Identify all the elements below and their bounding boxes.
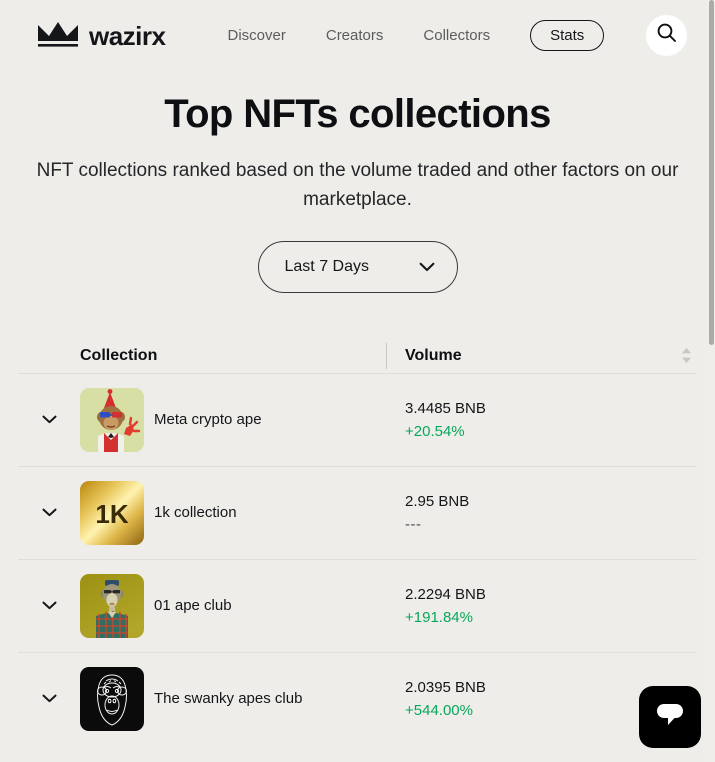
brand-name: wazirx	[89, 21, 166, 51]
volume-amount: 2.95 BNB	[405, 492, 470, 510]
row-expand-chevron-down-icon[interactable]	[18, 508, 80, 517]
row-collection-cell: 01 ape club	[80, 573, 386, 638]
collection-name: 1k collection	[154, 504, 237, 522]
nav-links: Discover Creators Collectors Stats	[228, 19, 605, 51]
timeframe-dropdown[interactable]: Last 7 Days	[257, 240, 458, 293]
table-row[interactable]: 01 ape club 2.2294 BNB +191.84%	[18, 558, 697, 652]
row-volume-cell: 3.4485 BNB +20.54%	[386, 400, 697, 440]
nav-link-collectors[interactable]: Collectors	[423, 27, 490, 44]
collection-name: Meta crypto ape	[154, 411, 262, 429]
row-volume-cell: 2.95 BNB ---	[386, 493, 697, 533]
table-row[interactable]: Meta crypto ape 3.4485 BNB +20.54%	[18, 372, 697, 466]
row-collection-cell: 1K 1k collection	[80, 480, 386, 545]
row-expand-chevron-down-icon[interactable]	[18, 415, 80, 424]
row-collection-cell: Meta crypto ape	[80, 387, 386, 452]
chat-bubble-icon	[655, 702, 685, 733]
filter-row: Last 7 Days	[0, 240, 715, 293]
row-collection-cell: The swanky apes club	[80, 666, 386, 731]
volume-change: +191.84%	[405, 608, 473, 626]
table-row[interactable]: 1K 1k collection 2.95 BNB ---	[18, 465, 697, 559]
row-expand-chevron-down-icon[interactable]	[18, 694, 80, 703]
page-scrollbar-track[interactable]	[706, 0, 715, 762]
chevron-down-icon	[419, 262, 435, 272]
brand-logo[interactable]: wazirx	[36, 21, 166, 49]
volume-change: ---	[405, 515, 422, 533]
volume-amount: 2.2294 BNB	[405, 585, 486, 603]
page-scrollbar-thumb[interactable]	[709, 0, 714, 345]
volume-change: +20.54%	[405, 422, 465, 440]
hero-section: Top NFTs collections NFT collections ran…	[0, 70, 715, 215]
nav-link-stats[interactable]: Stats	[530, 19, 605, 51]
page-subtitle: NFT collections ranked based on the volu…	[36, 160, 679, 211]
svg-text:1K: 1K	[95, 499, 128, 529]
chat-widget-button[interactable]	[639, 686, 701, 748]
page-title: Top NFTs collections	[164, 92, 551, 136]
search-button[interactable]	[646, 14, 687, 56]
collections-table: Collection Volume Meta crypto ape 3.4485…	[0, 339, 715, 745]
search-icon	[656, 22, 677, 48]
column-header-collection: Collection	[80, 346, 158, 364]
table-row[interactable]: The swanky apes club 2.0395 BNB +544.00%	[18, 651, 697, 745]
column-header-volume: Volume	[405, 346, 462, 364]
column-separator	[386, 342, 387, 369]
collection-thumbnail	[80, 387, 144, 452]
row-volume-cell: 2.2294 BNB +191.84%	[386, 586, 697, 626]
row-expand-chevron-down-icon[interactable]	[18, 601, 80, 610]
wazirx-crown-logo-icon	[36, 21, 80, 49]
nav-link-discover[interactable]: Discover	[228, 27, 286, 44]
top-navigation: wazirx Discover Creators Collectors Stat…	[0, 0, 715, 70]
collection-thumbnail	[80, 666, 144, 731]
collection-name: 01 ape club	[154, 597, 232, 615]
collection-thumbnail	[80, 573, 144, 638]
table-header-row: Collection Volume	[18, 339, 697, 373]
timeframe-dropdown-value: Last 7 Days	[284, 257, 369, 275]
volume-amount: 3.4485 BNB	[405, 399, 486, 417]
collection-name: The swanky apes club	[154, 690, 303, 708]
nav-link-creators[interactable]: Creators	[326, 27, 384, 44]
sort-updown-icon[interactable]	[681, 347, 692, 364]
collection-thumbnail: 1K	[80, 480, 144, 545]
